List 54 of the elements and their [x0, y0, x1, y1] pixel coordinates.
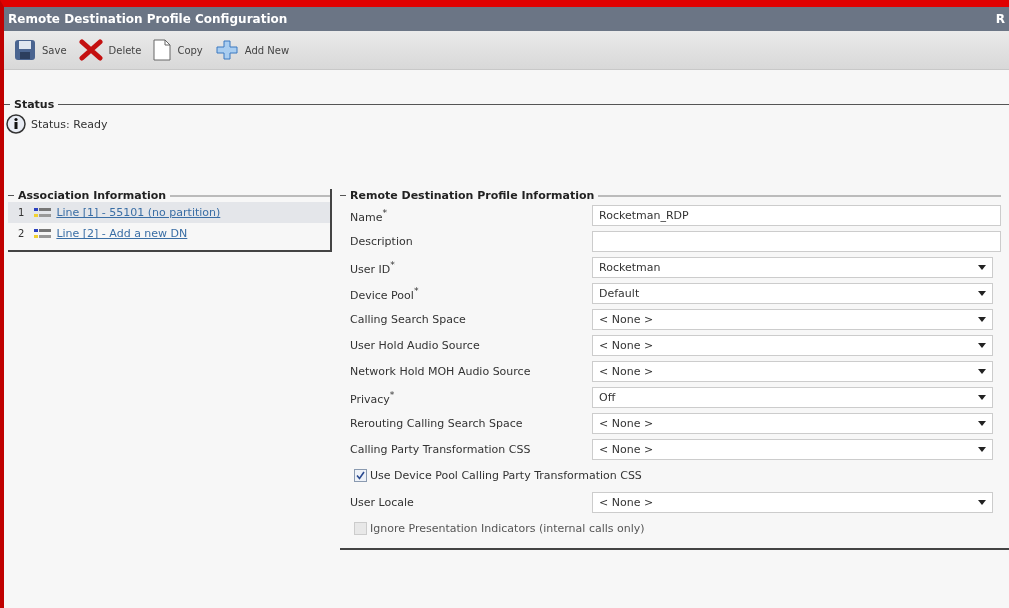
delete-cross-icon: [78, 39, 103, 61]
field-label: Privacy$^{*}$: [349, 388, 396, 406]
section-heading: Status: [14, 98, 55, 111]
field-label: Description: [349, 234, 414, 248]
row-number: 1: [18, 207, 25, 218]
status-text: Status: Ready: [31, 117, 108, 131]
line-link[interactable]: Line [2] - Add a new DN: [56, 227, 188, 240]
text-field[interactable]: [592, 230, 1001, 252]
dropdown-caret-icon: [978, 446, 986, 452]
line-link[interactable]: Line [1] - 55101 (no partition): [56, 206, 221, 219]
association-item[interactable]: 2 Line [2] - Add a new DN: [8, 223, 330, 244]
save-button[interactable]: Save: [10, 37, 71, 63]
field-label: Name$^{*}$: [349, 206, 389, 224]
dropdown-field[interactable]: Rocketman: [592, 256, 993, 278]
section-heading: Remote Destination Profile Information: [350, 189, 595, 202]
field-label: User ID$^{*}$: [349, 258, 396, 276]
field-label: User Locale: [349, 495, 415, 509]
section-heading: Association Information: [18, 189, 167, 202]
dropdown-field[interactable]: Default: [592, 282, 993, 304]
info-icon: [6, 114, 26, 134]
plus-icon: [214, 39, 239, 61]
dropdown-field[interactable]: Off: [592, 386, 993, 408]
dropdown-caret-icon: [978, 342, 986, 348]
dropdown-field[interactable]: < None >: [592, 438, 993, 460]
copy-button[interactable]: Copy: [149, 37, 207, 63]
field-label: Network Hold MOH Audio Source: [349, 364, 532, 378]
add-button[interactable]: Add New: [210, 37, 294, 63]
field-label: Device Pool$^{*}$: [349, 284, 420, 302]
dropdown-caret-icon: [978, 264, 986, 270]
dropdown-field[interactable]: < None >: [592, 360, 993, 382]
checkbox-label: Use Device Pool Calling Party Transformation CSS: [370, 469, 642, 482]
dropdown-field[interactable]: < None >: [592, 412, 993, 434]
window-title: Remote Destination Profile Configuration: [8, 12, 288, 26]
field-label: User Hold Audio Source: [349, 338, 481, 352]
dropdown-caret-icon: [978, 316, 986, 322]
dropdown-caret-icon: [978, 499, 986, 505]
field-label: Calling Search Space: [349, 312, 467, 326]
checkbox[interactable]: [354, 469, 367, 482]
field-label: Calling Party Transformation CSS: [349, 442, 532, 456]
document-icon: [153, 39, 172, 61]
dropdown-field[interactable]: < None >: [592, 334, 993, 356]
row-number: 2: [18, 228, 25, 239]
dropdown-caret-icon: [978, 368, 986, 374]
association-item[interactable]: 1 Line [1] - 55101 (no partition): [8, 202, 330, 223]
field-label: Rerouting Calling Search Space: [349, 416, 524, 430]
title-fragment: R: [995, 12, 1005, 26]
text-field[interactable]: Rocketman_RDP: [592, 204, 1001, 226]
checkbox-label: Ignore Presentation Indicators (internal calls only): [370, 522, 645, 535]
dropdown-caret-icon: [978, 290, 986, 296]
dropdown-field[interactable]: < None >: [592, 308, 993, 330]
dropdown-field[interactable]: < None >: [592, 491, 993, 513]
dropdown-caret-icon: [978, 420, 986, 426]
delete-button[interactable]: Delete: [74, 37, 146, 63]
dropdown-caret-icon: [978, 394, 986, 400]
